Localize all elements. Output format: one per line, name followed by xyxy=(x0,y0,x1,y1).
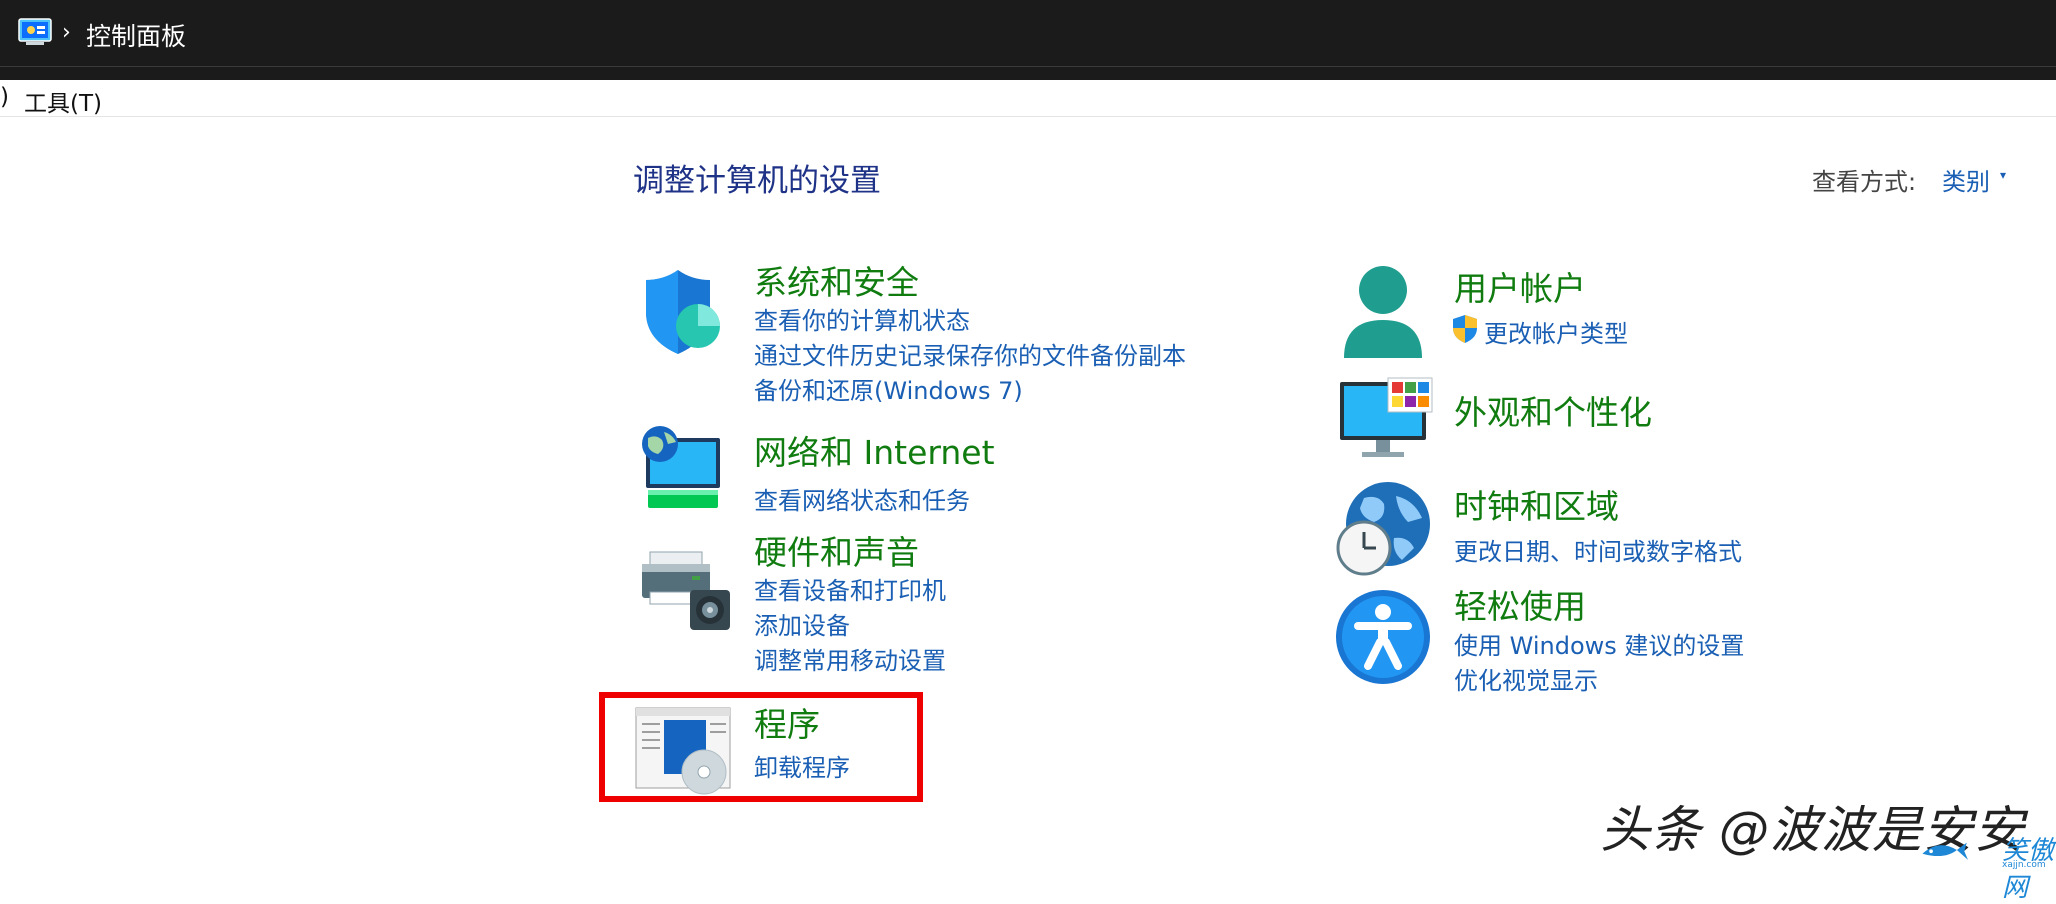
accessibility-icon[interactable] xyxy=(1334,588,1432,686)
link-add-device[interactable]: 添加设备 xyxy=(754,606,850,641)
clock-globe-icon[interactable] xyxy=(1334,478,1434,578)
category-title-hardware-sound[interactable]: 硬件和声音 xyxy=(754,526,919,574)
menu-bar: ) 工具(T) xyxy=(0,80,2056,117)
category-title-network-internet[interactable]: 网络和 Internet xyxy=(754,426,995,474)
link-view-devices-printers[interactable]: 查看设备和打印机 xyxy=(754,571,946,606)
address-bar[interactable]: › 控制面板 xyxy=(0,0,2056,67)
link-optimize-visual-display[interactable]: 优化视觉显示 xyxy=(1454,661,1598,696)
uac-shield-icon xyxy=(1453,315,1477,343)
view-by-dropdown[interactable]: 类别 xyxy=(1942,162,1990,197)
page-title: 调整计算机的设置 xyxy=(633,163,881,199)
dropdown-arrow-icon[interactable]: ▾ xyxy=(2000,168,2006,182)
printer-speaker-icon[interactable] xyxy=(636,548,732,632)
view-by-label: 查看方式: xyxy=(1812,168,1917,196)
shield-icon[interactable] xyxy=(636,266,728,358)
breadcrumb-control-panel[interactable]: 控制面板 xyxy=(86,17,186,53)
category-title-user-accounts[interactable]: 用户帐户 xyxy=(1454,262,1586,310)
fish-logo-icon xyxy=(1922,842,1968,860)
category-title-system-security[interactable]: 系统和安全 xyxy=(754,256,919,304)
category-title-appearance[interactable]: 外观和个性化 xyxy=(1454,386,1652,434)
title-bar: › 控制面板 xyxy=(0,0,2056,80)
network-globe-icon[interactable] xyxy=(636,424,728,516)
link-windows-recommended-settings[interactable]: 使用 Windows 建议的设置 xyxy=(1454,626,1744,661)
menu-item-partial[interactable]: ) xyxy=(0,84,9,110)
highlight-box xyxy=(599,692,923,802)
monitor-colors-icon[interactable] xyxy=(1338,376,1434,462)
category-title-ease-of-access[interactable]: 轻松使用 xyxy=(1454,580,1586,628)
control-panel-icon xyxy=(18,18,52,45)
menu-item-tools[interactable]: 工具(T) xyxy=(24,84,102,118)
link-mobility-settings[interactable]: 调整常用移动设置 xyxy=(754,641,946,676)
user-icon[interactable] xyxy=(1338,262,1428,362)
link-backup-restore-win7[interactable]: 备份和还原(Windows 7) xyxy=(754,371,1023,406)
link-view-network-status[interactable]: 查看网络状态和任务 xyxy=(754,481,970,516)
category-title-clock-region[interactable]: 时钟和区域 xyxy=(1454,480,1619,528)
link-view-computer-status[interactable]: 查看你的计算机状态 xyxy=(754,301,970,336)
watermark-logo-domain: xajjn.com xyxy=(2002,860,2046,870)
link-change-account-type[interactable]: 更改帐户类型 xyxy=(1484,314,1628,349)
link-change-date-time-format[interactable]: 更改日期、时间或数字格式 xyxy=(1454,532,1742,567)
link-file-history-backup[interactable]: 通过文件历史记录保存你的文件备份副本 xyxy=(754,336,1186,371)
chevron-right-icon: › xyxy=(62,20,71,45)
